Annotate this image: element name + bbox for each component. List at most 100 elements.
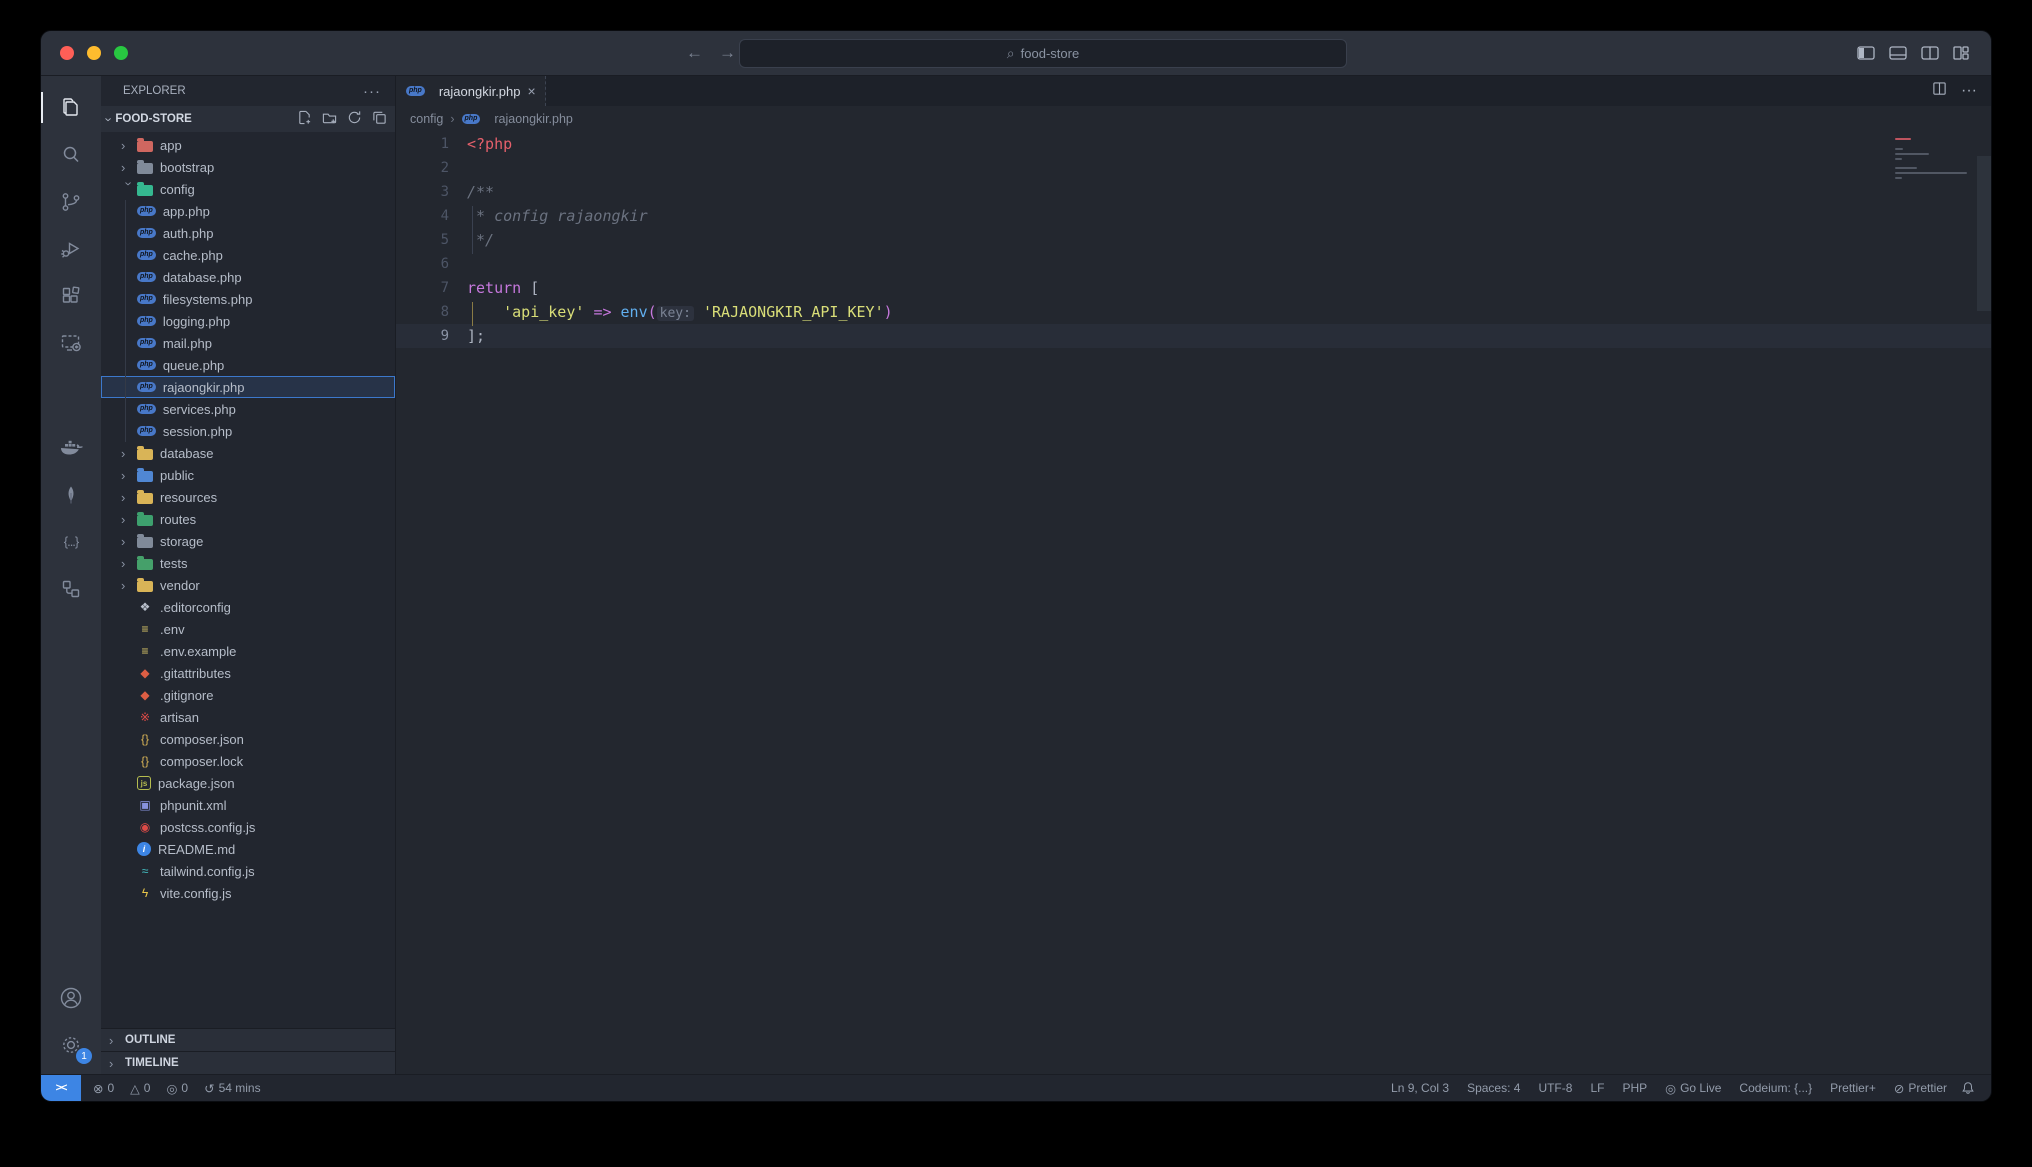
remote-indicator[interactable]: >< xyxy=(41,1075,81,1101)
settings-gear-icon[interactable]: 1 xyxy=(41,1021,101,1068)
prettier-icon: ⊘ xyxy=(1894,1081,1904,1096)
status-language-mode[interactable]: PHP xyxy=(1622,1081,1647,1095)
tree-item-config[interactable]: ›config xyxy=(101,178,395,200)
tree-item-composer.json[interactable]: {}composer.json xyxy=(101,728,395,750)
minimize-window-button[interactable] xyxy=(87,46,101,60)
customize-layout-icon[interactable] xyxy=(1953,46,1969,60)
mongodb-icon[interactable] xyxy=(41,471,101,518)
status-prettier-plus[interactable]: Prettier+ xyxy=(1830,1081,1876,1095)
docker-icon[interactable] xyxy=(41,424,101,471)
tree-item-.gitattributes[interactable]: ◆.gitattributes xyxy=(101,662,395,684)
close-tab-icon[interactable]: × xyxy=(528,83,536,99)
tree-item-queue.php[interactable]: phpqueue.php xyxy=(101,354,395,376)
tree-item-storage[interactable]: ›storage xyxy=(101,530,395,552)
run-debug-icon[interactable] xyxy=(41,225,101,272)
tree-item-phpunit.xml[interactable]: ▣phpunit.xml xyxy=(101,794,395,816)
tree-item-.env.example[interactable]: ≡.env.example xyxy=(101,640,395,662)
tree-item-tests[interactable]: ›tests xyxy=(101,552,395,574)
code-line-8[interactable]: 8 'api_key' => env(key: 'RAJAONGKIR_API_… xyxy=(396,300,1991,324)
new-folder-icon[interactable] xyxy=(322,110,337,128)
status-indentation[interactable]: Spaces: 4 xyxy=(1467,1081,1520,1095)
remote-explorer-icon[interactable] xyxy=(41,319,101,366)
status-encoding[interactable]: UTF-8 xyxy=(1538,1081,1572,1095)
scrollbar-slider[interactable] xyxy=(1977,156,1991,311)
tree-item-vite.config.js[interactable]: ϟvite.config.js xyxy=(101,882,395,904)
tree-item-public[interactable]: ›public xyxy=(101,464,395,486)
tree-item-app.php[interactable]: phpapp.php xyxy=(101,200,395,222)
new-file-icon[interactable] xyxy=(297,110,312,128)
tree-item-composer.lock[interactable]: {}composer.lock xyxy=(101,750,395,772)
status-eol[interactable]: LF xyxy=(1590,1081,1604,1095)
project-flow-icon[interactable] xyxy=(41,565,101,612)
explorer-more-actions-icon[interactable]: ··· xyxy=(363,83,381,100)
breadcrumb[interactable]: config › php rajaongkir.php xyxy=(396,106,1991,132)
code-line-2[interactable]: 2 xyxy=(396,156,1991,180)
code-line-9[interactable]: 9]; xyxy=(396,324,1991,348)
explorer-icon[interactable] xyxy=(41,84,101,131)
toggle-secondary-sidebar-icon[interactable] xyxy=(1921,46,1939,60)
search-view-icon[interactable] xyxy=(41,131,101,178)
tree-item-package.json[interactable]: jspackage.json xyxy=(101,772,395,794)
tree-item-artisan[interactable]: ※artisan xyxy=(101,706,395,728)
minimap[interactable] xyxy=(1881,134,1991,454)
zoom-window-button[interactable] xyxy=(114,46,128,60)
tree-item-session.php[interactable]: phpsession.php xyxy=(101,420,395,442)
refresh-icon[interactable] xyxy=(347,110,362,128)
tree-item-rajaongkir.php[interactable]: phprajaongkir.php xyxy=(101,376,395,398)
tree-item-resources[interactable]: ›resources xyxy=(101,486,395,508)
tree-item-routes[interactable]: ›routes xyxy=(101,508,395,530)
tree-item-.gitignore[interactable]: ◆.gitignore xyxy=(101,684,395,706)
tree-item-services.php[interactable]: phpservices.php xyxy=(101,398,395,420)
code-line-4[interactable]: 4 * config rajaongkir xyxy=(396,204,1991,228)
status-cursor-position[interactable]: Ln 9, Col 3 xyxy=(1391,1081,1449,1095)
collapse-folders-icon[interactable] xyxy=(372,110,387,128)
code-line-5[interactable]: 5 */ xyxy=(396,228,1991,252)
code-editor[interactable]: 1<?php23/**4 * config rajaongkir5 */67re… xyxy=(396,132,1991,1074)
tree-item-logging.php[interactable]: phplogging.php xyxy=(101,310,395,332)
code-line-3[interactable]: 3/** xyxy=(396,180,1991,204)
tree-item-database[interactable]: ›database xyxy=(101,442,395,464)
breadcrumb-folder[interactable]: config xyxy=(410,112,443,126)
panel-timeline[interactable]: ›TIMELINE xyxy=(101,1051,395,1074)
status-prettier[interactable]: ⊘Prettier xyxy=(1894,1081,1947,1096)
account-icon[interactable] xyxy=(41,974,101,1021)
status-timer[interactable]: ↺54 mins xyxy=(204,1081,261,1096)
editor-more-actions-icon[interactable]: ··· xyxy=(1961,82,1977,100)
tree-item-cache.php[interactable]: phpcache.php xyxy=(101,244,395,266)
folder-section-header[interactable]: › FOOD-STORE xyxy=(101,106,395,132)
history-back-button[interactable]: ← xyxy=(686,43,703,63)
tree-item-mail.php[interactable]: phpmail.php xyxy=(101,332,395,354)
history-forward-button[interactable]: → xyxy=(719,43,736,63)
tree-item-tailwind.config.js[interactable]: ≈tailwind.config.js xyxy=(101,860,395,882)
code-line-7[interactable]: 7return [ xyxy=(396,276,1991,300)
code-line-6[interactable]: 6 xyxy=(396,252,1991,276)
toggle-sidebar-icon[interactable] xyxy=(1857,46,1875,60)
breadcrumb-file[interactable]: rajaongkir.php xyxy=(494,112,573,126)
tree-item-postcss.config.js[interactable]: ◉postcss.config.js xyxy=(101,816,395,838)
tab-rajaongkir[interactable]: php rajaongkir.php × xyxy=(396,76,546,106)
notifications-bell-icon[interactable] xyxy=(1961,1081,1975,1095)
tree-item-bootstrap[interactable]: ›bootstrap xyxy=(101,156,395,178)
command-center-search[interactable]: ⌕ food-store xyxy=(739,39,1347,68)
status-warnings[interactable]: △0 xyxy=(130,1081,150,1096)
status-errors[interactable]: ⊗0 xyxy=(93,1081,114,1096)
code-line-1[interactable]: 1<?php xyxy=(396,132,1991,156)
toggle-panel-icon[interactable] xyxy=(1889,46,1907,60)
tree-item-app[interactable]: ›app xyxy=(101,134,395,156)
tree-item-filesystems.php[interactable]: phpfilesystems.php xyxy=(101,288,395,310)
close-window-button[interactable] xyxy=(60,46,74,60)
panel-outline[interactable]: ›OUTLINE xyxy=(101,1028,395,1051)
tree-item-vendor[interactable]: ›vendor xyxy=(101,574,395,596)
status-codeium[interactable]: Codeium: {...} xyxy=(1739,1081,1812,1095)
codeium-braces-icon[interactable]: {...} xyxy=(41,518,101,565)
tree-item-.env[interactable]: ≡.env xyxy=(101,618,395,640)
split-editor-icon[interactable] xyxy=(1932,81,1947,101)
tree-item-.editorconfig[interactable]: ❖.editorconfig xyxy=(101,596,395,618)
status-ports[interactable]: ◎0 xyxy=(166,1081,188,1096)
extensions-icon[interactable] xyxy=(41,272,101,319)
tree-item-README.md[interactable]: iREADME.md xyxy=(101,838,395,860)
source-control-icon[interactable] xyxy=(41,178,101,225)
tree-item-auth.php[interactable]: phpauth.php xyxy=(101,222,395,244)
status-go-live[interactable]: ◎Go Live xyxy=(1665,1081,1721,1096)
tree-item-database.php[interactable]: phpdatabase.php xyxy=(101,266,395,288)
